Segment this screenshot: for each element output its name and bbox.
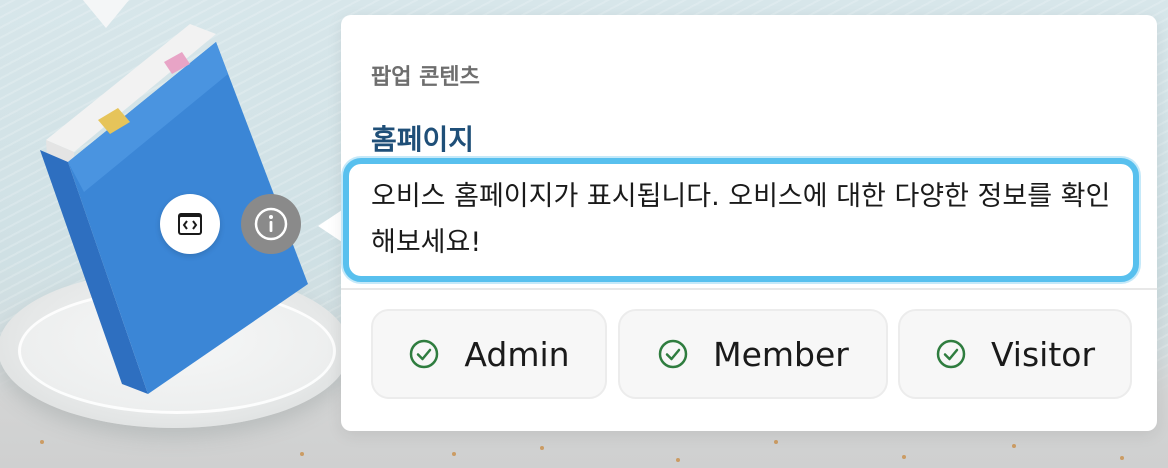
role-label: Admin <box>464 334 570 374</box>
popup-panel: 팝업 콘텐츠 홈페이지 오비스 홈페이지가 표시됩니다. 오비스에 대한 다양한… <box>341 15 1157 431</box>
decor-speck <box>40 440 44 444</box>
info-button[interactable] <box>241 194 301 254</box>
description-box: 오비스 홈페이지가 표시됩니다. 오비스에 대한 다양한 정보를 확인해보세요! <box>343 158 1139 282</box>
divider <box>341 288 1157 290</box>
decor-speck <box>452 452 456 456</box>
role-button-admin[interactable]: Admin <box>371 309 607 399</box>
role-button-member[interactable]: Member <box>618 309 888 399</box>
decor-speck <box>902 455 906 459</box>
check-circle-icon <box>936 339 966 369</box>
description-text: 오비스 홈페이지가 표시됩니다. 오비스에 대한 다양한 정보를 확인해보세요! <box>371 181 1111 258</box>
popup-subtitle: 홈페이지 <box>371 123 475 156</box>
check-circle-icon <box>658 339 688 369</box>
decor-speck <box>1012 444 1016 448</box>
decor-speck <box>300 452 304 456</box>
check-circle-icon <box>410 339 439 369</box>
decor-speck <box>540 446 544 450</box>
code-window-icon <box>178 213 202 235</box>
code-window-button[interactable] <box>160 194 220 254</box>
role-label: Member <box>713 334 849 374</box>
popup-title: 팝업 콘텐츠 <box>371 65 480 90</box>
info-icon <box>254 207 288 241</box>
role-label: Visitor <box>990 334 1096 374</box>
popup-pointer <box>318 210 342 242</box>
decor-speck <box>1120 456 1124 460</box>
role-button-visitor[interactable]: Visitor <box>898 309 1132 399</box>
decor-speck <box>774 440 778 444</box>
decor-speck <box>676 458 680 462</box>
